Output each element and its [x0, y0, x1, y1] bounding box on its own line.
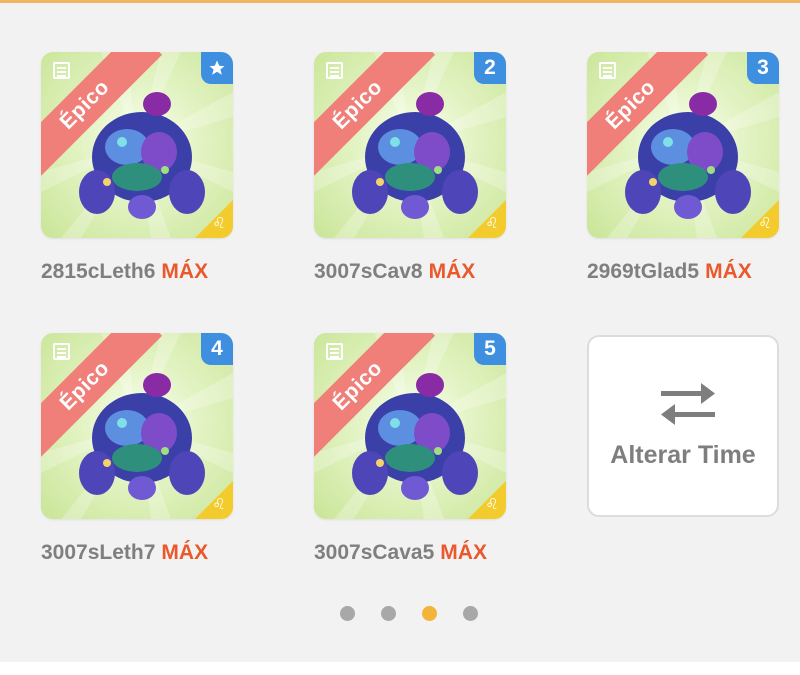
slot-badge: 3 — [747, 52, 779, 84]
level-max: MÁX — [161, 260, 209, 283]
swap-arrows-icon — [661, 383, 715, 425]
bottom-strip — [0, 662, 800, 675]
creature-name: 3007sCav8 — [314, 260, 423, 283]
card-label: 2969tGlad5 MÁX — [587, 260, 752, 284]
team-slot-5: Épico 5 ♌ 3007sCava5 MÁX — [314, 333, 544, 583]
creature-name: 2815cLeth6 — [41, 260, 156, 283]
team-panel: Épico ♌ 2815cLeth6 MÁX Épico 2 ♌ 3007sCa… — [0, 0, 800, 662]
calendar-icon — [53, 343, 70, 360]
card-label: 3007sCava5 MÁX — [314, 541, 487, 565]
level-max: MÁX — [428, 260, 476, 283]
star-icon — [209, 60, 225, 75]
card-label: 3007sCav8 MÁX — [314, 260, 475, 284]
page-dot-2[interactable] — [381, 606, 396, 621]
change-team-button[interactable]: Alterar Time — [587, 335, 779, 517]
creature-card[interactable]: Épico 4 ♌ — [41, 333, 233, 519]
creature-card[interactable]: Épico 3 ♌ — [587, 52, 779, 238]
team-slot-4: Épico 4 ♌ 3007sLeth7 MÁX — [41, 333, 271, 583]
team-slot-1: Épico ♌ 2815cLeth6 MÁX — [41, 52, 271, 302]
leo-zodiac-icon: ♌ — [212, 496, 226, 513]
creature-card[interactable]: Épico ♌ — [41, 52, 233, 238]
level-max: MÁX — [440, 541, 487, 564]
calendar-icon — [326, 343, 343, 360]
leo-zodiac-icon: ♌ — [485, 496, 499, 513]
creature-card[interactable]: Épico 5 ♌ — [314, 333, 506, 519]
level-max: MÁX — [161, 541, 209, 564]
creature-name: 3007sCava5 — [314, 541, 435, 564]
change-team-label: Alterar Time — [610, 441, 756, 469]
calendar-icon — [53, 62, 70, 79]
creature-card[interactable]: Épico 2 ♌ — [314, 52, 506, 238]
team-slot-3: Épico 3 ♌ 2969tGlad5 MÁX — [587, 52, 800, 302]
card-label: 2815cLeth6 MÁX — [41, 260, 208, 284]
calendar-icon — [326, 62, 343, 79]
leo-zodiac-icon: ♌ — [758, 215, 772, 232]
slot-badge: 5 — [474, 333, 506, 365]
calendar-icon — [599, 62, 616, 79]
slot-badge: 2 — [474, 52, 506, 84]
page-dot-1[interactable] — [340, 606, 355, 621]
page-dot-3-active[interactable] — [422, 606, 437, 621]
creature-name: 2969tGlad5 — [587, 260, 700, 283]
leo-zodiac-icon: ♌ — [485, 215, 499, 232]
creature-name: 3007sLeth7 — [41, 541, 156, 564]
level-max: MÁX — [705, 260, 752, 283]
card-label: 3007sLeth7 MÁX — [41, 541, 208, 565]
leo-zodiac-icon: ♌ — [212, 215, 226, 232]
slot-badge: 4 — [201, 333, 233, 365]
team-slot-2: Épico 2 ♌ 3007sCav8 MÁX — [314, 52, 544, 302]
slot-badge — [201, 52, 233, 84]
page-dot-4[interactable] — [463, 606, 478, 621]
